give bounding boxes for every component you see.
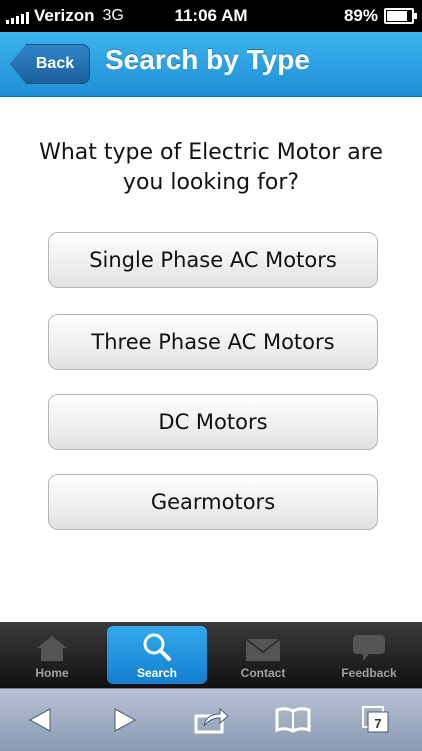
tab-contact-label: Contact	[240, 666, 286, 680]
arrow-right-icon	[114, 708, 137, 732]
browser-tabs-button[interactable]: 7	[356, 703, 396, 737]
browser-toolbar: 7	[0, 688, 422, 751]
gearmotors-button[interactable]: Gearmotors	[48, 474, 378, 530]
chat-bubble-icon	[353, 635, 385, 661]
dc-motors-button[interactable]: DC Motors	[48, 394, 378, 450]
tab-contact[interactable]: Contact	[213, 626, 313, 684]
browser-back-button[interactable]	[20, 703, 60, 737]
bookmarks-book-icon	[275, 707, 311, 733]
question-text: What type of Electric Motor are you look…	[0, 138, 422, 198]
battery-icon	[384, 8, 417, 24]
tab-bar: Home Search Contact Feedback	[0, 622, 422, 688]
envelope-icon	[245, 638, 281, 661]
page-title: Search by Type	[105, 44, 310, 75]
status-bar: Verizon 3G 11:06 AM 89%	[0, 0, 422, 32]
tab-feedback-label: Feedback	[341, 666, 397, 680]
tab-count: 7	[374, 716, 381, 731]
status-right: 89%	[343, 6, 417, 26]
battery-percent: 89%	[343, 6, 378, 25]
tab-home-label: Home	[35, 666, 69, 680]
question-line-1: What type of Electric Motor are	[39, 140, 383, 165]
navigation-header: Back Search by Type	[0, 32, 422, 97]
single-phase-ac-motors-button[interactable]: Single Phase AC Motors	[48, 232, 378, 288]
arrow-left-icon	[28, 708, 51, 732]
home-icon	[37, 636, 67, 661]
tab-feedback[interactable]: Feedback	[319, 626, 419, 684]
back-button[interactable]: Back	[10, 44, 90, 84]
tab-search-label: Search	[136, 666, 178, 680]
tab-search[interactable]: Search	[107, 626, 207, 684]
browser-share-button[interactable]	[192, 703, 232, 737]
tabs-pages-icon: 7	[362, 706, 389, 733]
search-icon	[143, 633, 171, 661]
three-phase-ac-motors-button[interactable]: Three Phase AC Motors	[48, 314, 378, 370]
browser-forward-button[interactable]	[105, 703, 145, 737]
share-icon	[194, 707, 229, 734]
question-line-2: you looking for?	[122, 170, 300, 195]
browser-bookmarks-button[interactable]	[273, 703, 313, 737]
tab-home[interactable]: Home	[2, 626, 102, 684]
